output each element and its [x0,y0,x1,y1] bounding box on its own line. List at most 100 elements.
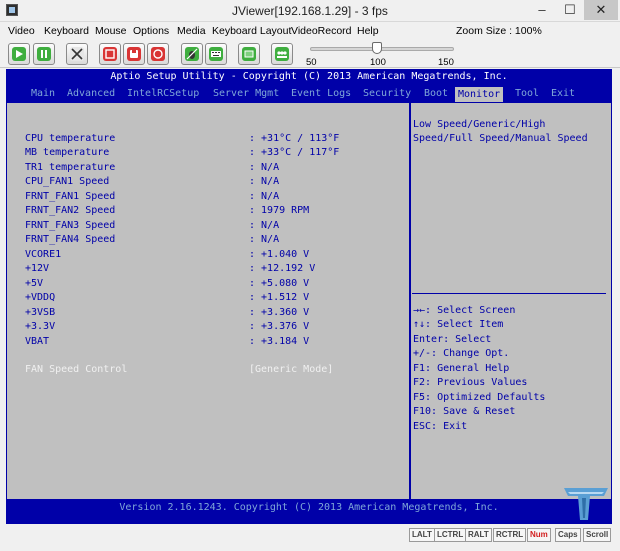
tweaktown-logo [560,482,612,522]
key-hint: Enter: Select [413,334,492,345]
monitor-row-label: FRNT_FAN4 Speed [25,234,116,245]
monitor-row-label: FRNT_FAN2 Speed [25,205,116,216]
menu-keyboard-layout[interactable]: Keyboard Layout [212,25,291,37]
fullscreen-icon [70,47,84,61]
help-text-line: Low Speed/Generic/High [413,119,546,130]
monitor-row-label: FRNT_FAN1 Speed [25,191,116,202]
monitor-row-label: MB temperature [25,147,110,158]
fan-speed-control-label[interactable]: FAN Speed Control [25,364,127,375]
monitor-row-label: VCORE1 [25,249,62,260]
key-hint: ↑↓: Select Item [413,319,504,330]
bios-tab-security[interactable]: Security [363,88,411,99]
lalt-indicator[interactable]: LALT [409,528,435,542]
zoom-slider-track[interactable] [310,47,454,51]
maximize-button[interactable]: ☐ [556,0,584,20]
remote-bios-screen[interactable]: Aptio Setup Utility - Copyright (C) 2013… [6,69,612,524]
bios-tab-exit[interactable]: Exit [551,88,575,99]
help-divider [412,293,606,294]
menu-bar: Video Keyboard Mouse Options Media Keybo… [0,22,620,40]
bios-header: Aptio Setup Utility - Copyright (C) 2013… [110,71,508,82]
bios-tab-advanced[interactable]: Advanced [67,88,115,99]
lctrl-indicator[interactable]: LCTRL [434,528,467,542]
stop-button[interactable] [99,43,121,65]
monitor-row-label: VBAT [25,336,50,347]
fullscreen-button[interactable] [66,43,88,65]
monitor-row-value: : N/A [249,234,280,245]
monitor-row-label: +3VSB [25,307,56,318]
user-list-button[interactable] [271,43,293,65]
monitor-row-value: : +3.360 V [249,307,310,318]
stop-icon [103,47,117,61]
key-hint: ESC: Exit [413,421,468,432]
bios-tab-event-logs[interactable]: Event Logs [291,88,351,99]
media-button[interactable] [238,43,260,65]
pause-button[interactable] [33,43,55,65]
bios-tab-monitor[interactable]: Monitor [455,87,504,102]
monitor-row-value: : +33°C / 117°F [249,147,340,158]
key-hint: →←: Select Screen [413,305,516,316]
monitor-row-value: : N/A [249,176,280,187]
menu-videorecord[interactable]: VideoRecord [291,25,352,37]
play-button[interactable] [8,43,30,65]
bios-tab-intelrcsetup[interactable]: IntelRCSetup [127,88,199,99]
monitor-row-value: : 1979 RPM [249,205,310,216]
mouse-sync-icon [185,47,199,61]
menu-video[interactable]: Video [8,25,35,37]
menu-mouse[interactable]: Mouse [95,25,127,37]
monitor-row-label: FRNT_FAN3 Speed [25,220,116,231]
record-button[interactable] [123,43,145,65]
window-title: JViewer[192.168.1.29] - 3 fps [232,4,388,18]
bios-tab-tool[interactable]: Tool [515,88,539,99]
pause-icon [37,47,51,61]
menu-help[interactable]: Help [357,25,379,37]
caps-lock-indicator: Caps [555,528,581,542]
monitor-row-label: +3.3V [25,321,56,332]
monitor-row-label: +VDDQ [25,292,56,303]
capture-button[interactable] [147,43,169,65]
bios-tab-server-mgmt[interactable]: Server Mgmt [213,88,279,99]
record-icon [127,47,141,61]
ralt-indicator[interactable]: RALT [465,528,492,542]
key-hint: F5: Optimized Defaults [413,392,546,403]
zoom-slider[interactable]: 50 100 150 [304,42,454,68]
zoom-size-label: Zoom Size : 100% [456,25,542,37]
monitor-row-value: : +3.184 V [249,336,310,347]
fan-speed-control-select[interactable]: [Generic Mode] [249,364,333,375]
monitor-row-value: : N/A [249,191,280,202]
monitor-row-label: TR1 temperature [25,162,116,173]
title-bar: JViewer[192.168.1.29] - 3 fps – ☐ ✕ [0,0,620,22]
key-hint: F1: General Help [413,363,510,374]
bios-footer: Version 2.16.1243. Copyright (C) 2013 Am… [119,502,499,513]
monitor-row-value: : +12.192 V [249,263,316,274]
media-icon [242,47,256,61]
bios-tab-boot[interactable]: Boot [424,88,448,99]
num-lock-indicator: Num [527,528,551,542]
bios-monitor-panel: CPU temperature : +31°C / 113°F MB tempe… [6,102,612,500]
status-bar: LALT LCTRL RALT RCTRL Num Caps Scroll [0,525,620,551]
monitor-row-value: : +5.080 V [249,278,310,289]
mouse-sync-button[interactable] [181,43,203,65]
zoom-slider-thumb[interactable] [372,42,382,54]
monitor-row-value: : N/A [249,162,280,173]
zoom-tick-50: 50 [306,57,317,68]
menu-keyboard[interactable]: Keyboard [44,25,89,37]
monitor-row-value: : +3.376 V [249,321,310,332]
user-list-icon [275,47,289,61]
zoom-tick-100: 100 [370,57,386,68]
monitor-row-value: : +31°C / 113°F [249,133,340,144]
close-button[interactable]: ✕ [584,0,618,20]
minimize-button[interactable]: – [528,0,556,20]
scroll-lock-indicator: Scroll [583,528,612,542]
monitor-row-label: +12V [25,263,50,274]
monitor-row-label: CPU temperature [25,133,116,144]
menu-media[interactable]: Media [177,25,206,37]
bios-panel-divider [409,103,411,499]
zoom-tick-150: 150 [438,57,454,68]
monitor-row-value: : +1.512 V [249,292,310,303]
monitor-row-label: +5V [25,278,44,289]
rctrl-indicator[interactable]: RCTRL [493,528,527,542]
keyboard-button[interactable] [205,43,227,65]
menu-options[interactable]: Options [133,25,169,37]
key-hint: F10: Save & Reset [413,406,516,417]
bios-tab-main[interactable]: Main [31,88,55,99]
